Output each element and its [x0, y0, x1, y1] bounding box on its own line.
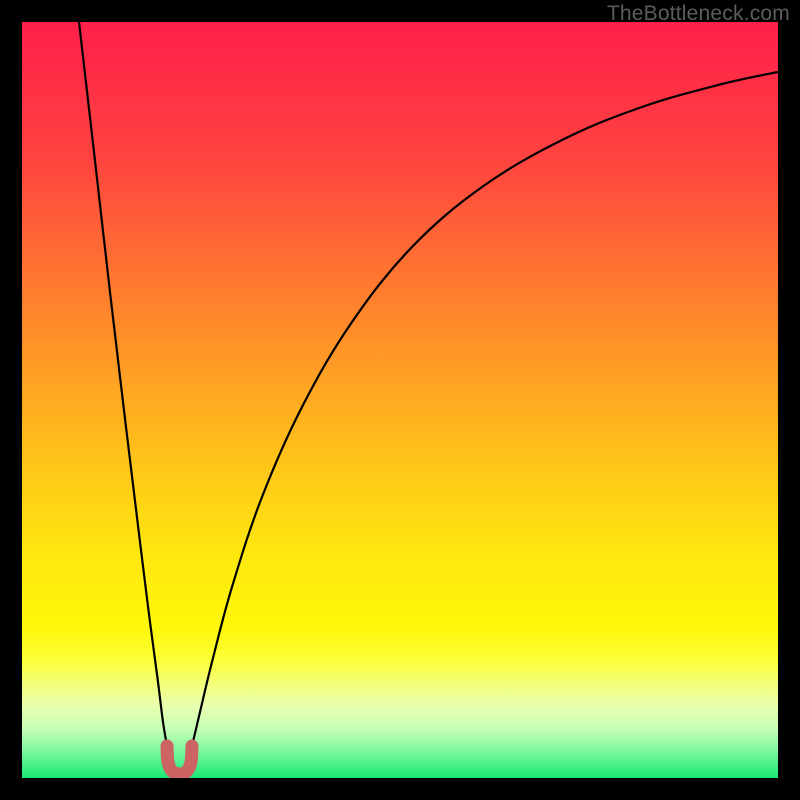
chart-plot-area [22, 22, 778, 778]
chart-background [22, 22, 778, 778]
watermark-text: TheBottleneck.com [607, 2, 790, 26]
chart-frame: TheBottleneck.com [0, 0, 800, 800]
chart-svg [22, 22, 778, 778]
